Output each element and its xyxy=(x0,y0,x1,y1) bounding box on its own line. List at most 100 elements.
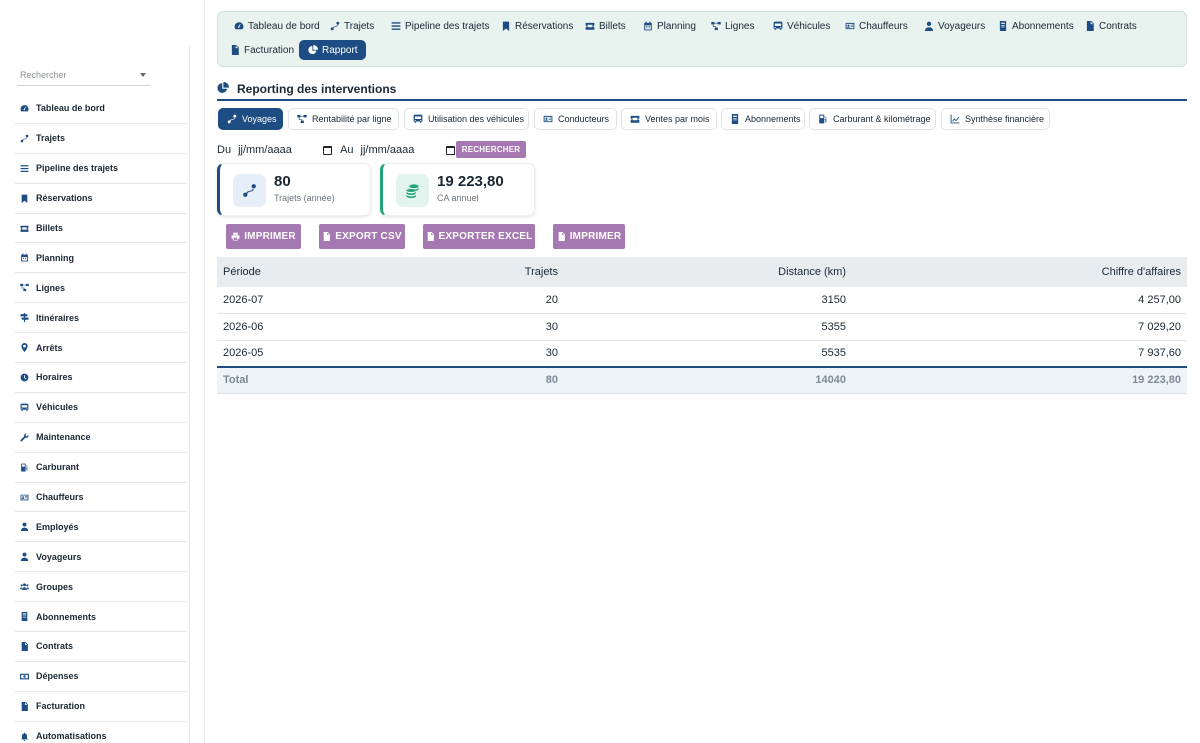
search-button[interactable]: RECHERCHER xyxy=(456,141,526,158)
cell-revenue: 7 029,20 xyxy=(852,313,1187,341)
route-icon xyxy=(233,174,266,207)
ticket-icon xyxy=(584,21,595,32)
route-icon xyxy=(227,114,237,125)
sidebar-item-label: Trajets xyxy=(36,133,66,144)
sidebar-item-label: Réservations xyxy=(36,193,93,204)
sidebar-item-voyageurs[interactable]: Voyageurs xyxy=(15,542,186,573)
sidebar-item-label: Employés xyxy=(36,521,79,532)
user-tie-icon xyxy=(19,521,30,532)
report-tab-conducteurs[interactable]: Conducteurs xyxy=(534,108,617,130)
table-total-row: Total 80 14040 19 223,80 xyxy=(217,365,1187,394)
sidebar-item-maintenance[interactable]: Maintenance xyxy=(15,423,186,453)
top-navigation: Tableau de bord Trajets Pipeline des traje… xyxy=(217,11,1187,67)
calendar-icon xyxy=(19,252,30,263)
network-icon xyxy=(297,114,307,125)
sidebar-item-trajets[interactable]: Trajets xyxy=(15,124,186,154)
sidebar-item-label: Tableau de bord xyxy=(36,103,105,114)
list-icon xyxy=(390,21,401,32)
export-csv-button[interactable]: EXPORT CSV xyxy=(319,224,405,249)
topnav-item-label: Pipeline des trajets xyxy=(405,20,490,32)
topnav-item-abonnements[interactable]: Abonnements xyxy=(993,16,1078,36)
sidebar-search-select[interactable]: Rechercher xyxy=(17,67,150,86)
sidebar-item-label: Maintenance xyxy=(36,432,91,443)
kpi-revenue-value: 19 223,80 xyxy=(437,173,504,190)
sidebar-item-horaires[interactable]: Horaires xyxy=(15,363,186,393)
sidebar-item-billets[interactable]: Billets xyxy=(15,214,186,244)
print-pdf-button[interactable]: IMPRIMER xyxy=(553,224,625,249)
sidebar-item-groupes[interactable]: Groupes xyxy=(15,572,186,603)
card-icon xyxy=(997,21,1008,32)
topnav-item-facturation[interactable]: Facturation xyxy=(225,40,298,60)
to-date-value: jj/mm/aaaa xyxy=(360,144,415,156)
report-tab-label: Carburant & kilométrage xyxy=(833,114,931,124)
report-tab-rentabilite-par-ligne[interactable]: Rentabilité par ligne xyxy=(288,108,399,130)
topnav-item-reservations[interactable]: Réservations xyxy=(496,16,577,36)
topnav-item-contrats[interactable]: Contrats xyxy=(1080,16,1141,36)
sidebar-item-carburant[interactable]: Carburant xyxy=(15,453,186,483)
sidebar-item-planning[interactable]: Planning xyxy=(15,243,186,274)
sidebar-item-contrats[interactable]: Contrats xyxy=(15,632,186,662)
sidebar-item-tableau-de-bord[interactable]: Tableau de bord xyxy=(15,94,186,124)
report-tab-utilisation-des-vehicules[interactable]: Utilisation des véhicules xyxy=(404,108,529,130)
file-csv-icon xyxy=(322,231,332,242)
calendar-icon[interactable] xyxy=(323,145,333,155)
file-icon xyxy=(19,641,30,652)
cell-trips: 30 xyxy=(507,340,564,367)
calendar-icon[interactable] xyxy=(445,145,455,155)
topnav-item-pipeline-des-trajets[interactable]: Pipeline des trajets xyxy=(386,16,494,36)
sidebar-item-chauffeurs[interactable]: Chauffeurs xyxy=(15,483,186,513)
topnav-item-planning[interactable]: Planning xyxy=(638,16,700,36)
report-tab-voyages[interactable]: Voyages xyxy=(218,108,283,130)
cell-trips: 20 xyxy=(507,287,564,314)
cell-trips: 30 xyxy=(507,313,564,341)
sidebar-item-reservations[interactable]: Réservations xyxy=(15,184,186,214)
sidebar-item-facturation[interactable]: Facturation xyxy=(15,692,186,722)
sidebar-item-abonnements[interactable]: Abonnements xyxy=(15,602,186,633)
col-header-revenue[interactable]: Chiffre d'affaires xyxy=(852,257,1187,287)
topnav-item-label: Trajets xyxy=(344,20,375,32)
export-excel-label: EXPORTER EXCEL xyxy=(438,231,533,242)
sidebar-item-pipeline-des-trajets[interactable]: Pipeline des trajets xyxy=(15,154,186,184)
sidebar-item-vehicules[interactable]: Véhicules xyxy=(15,393,186,423)
total-label: Total xyxy=(217,365,507,394)
pie-chart-icon xyxy=(307,45,318,56)
cell-distance: 5535 xyxy=(564,340,852,367)
to-date-input[interactable]: jj/mm/aaaa xyxy=(361,144,455,156)
report-tab-synthese-financiere[interactable]: Synthèse financière xyxy=(941,108,1050,130)
invoice-icon xyxy=(19,701,30,712)
report-tab-ventes-par-mois[interactable]: Ventes par mois xyxy=(621,108,717,130)
export-excel-button[interactable]: EXPORTER EXCEL xyxy=(423,224,535,249)
sidebar-item-automatisations[interactable]: Automatisations xyxy=(15,722,186,743)
print-button[interactable]: IMPRIMER xyxy=(226,224,301,249)
topnav-item-billets[interactable]: Billets xyxy=(580,16,630,36)
ticket-icon xyxy=(19,223,30,234)
sidebar-item-employes[interactable]: Employés xyxy=(15,512,186,543)
topnav-item-vehicules[interactable]: Véhicules xyxy=(768,16,834,36)
map-pin-icon xyxy=(19,342,30,353)
report-tab-carburant-kilometrage[interactable]: Carburant & kilométrage xyxy=(809,108,936,130)
topnav-item-rapport[interactable]: Rapport xyxy=(299,40,366,60)
sidebar-scrollbar[interactable] xyxy=(189,46,190,743)
col-header-period[interactable]: Période xyxy=(217,257,507,287)
report-tab-abonnements[interactable]: Abonnements xyxy=(721,108,805,130)
topnav-item-label: Lignes xyxy=(725,20,755,32)
sidebar-item-arrets[interactable]: Arrêts xyxy=(15,333,186,364)
report-tab-label: Conducteurs xyxy=(558,114,610,124)
topnav-item-voyageurs[interactable]: Voyageurs xyxy=(919,16,989,36)
topnav-item-lignes[interactable]: Lignes xyxy=(706,16,758,36)
kpi-card-revenue: 19 223,80 CA annuel xyxy=(380,163,535,216)
topnav-item-tableau-de-bord[interactable]: Tableau de bord xyxy=(229,16,324,36)
sidebar-item-depenses[interactable]: Dépenses xyxy=(15,662,186,692)
report-tab-label: Utilisation des véhicules xyxy=(428,114,525,124)
col-header-trips[interactable]: Trajets xyxy=(507,257,564,287)
topnav-item-chauffeurs[interactable]: Chauffeurs xyxy=(840,16,912,36)
sidebar-item-itineraires[interactable]: Itinéraires xyxy=(15,303,186,334)
sidebar: Rechercher Tableau de bord Trajets Pipelin… xyxy=(0,0,205,743)
from-date-input[interactable]: jj/mm/aaaa xyxy=(238,144,333,156)
topnav-item-trajets[interactable]: Trajets xyxy=(325,16,378,36)
cell-revenue: 4 257,00 xyxy=(852,287,1187,314)
col-header-distance[interactable]: Distance (km) xyxy=(564,257,852,287)
cell-distance: 5355 xyxy=(564,313,852,341)
sidebar-item-lignes[interactable]: Lignes xyxy=(15,273,186,304)
topnav-item-label: Tableau de bord xyxy=(248,20,320,32)
